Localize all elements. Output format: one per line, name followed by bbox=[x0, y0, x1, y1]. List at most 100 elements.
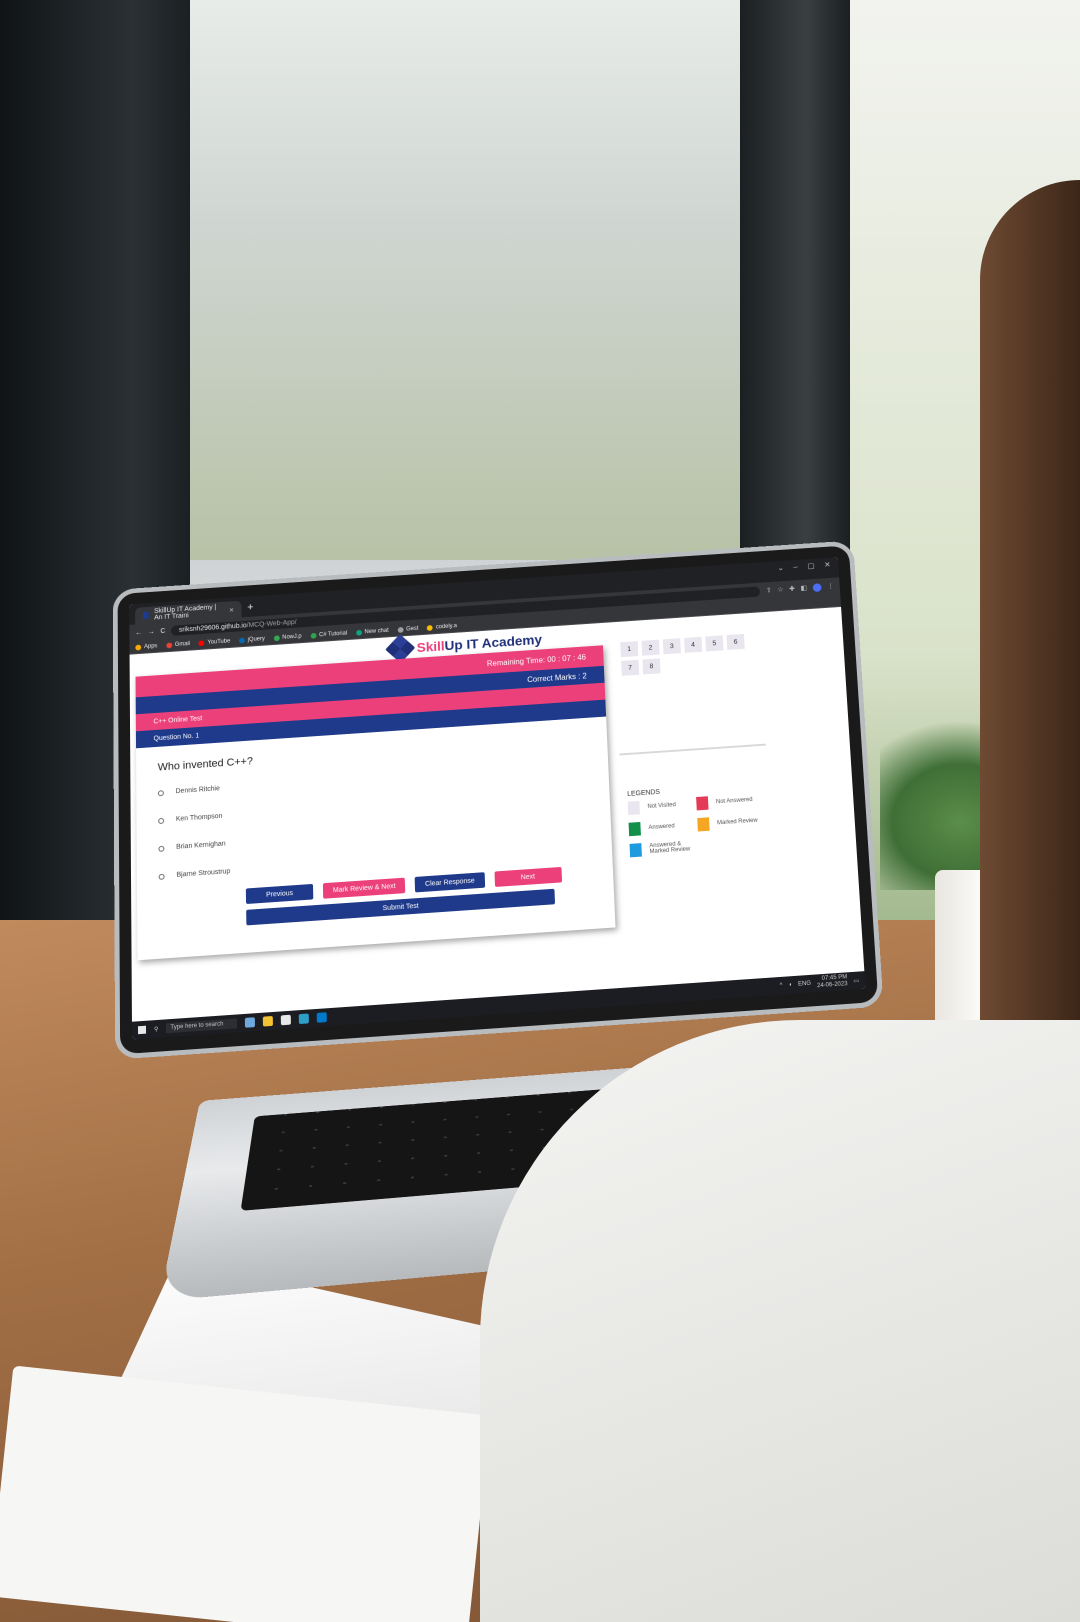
legend-swatch bbox=[697, 817, 710, 832]
reload-icon[interactable]: C bbox=[160, 628, 165, 635]
legend-item: Answered bbox=[628, 818, 698, 837]
bookmark-label: C# Tutorial bbox=[318, 630, 348, 638]
bookmark-favicon-icon bbox=[355, 629, 362, 636]
clock-date: 24-06-2023 bbox=[816, 981, 848, 990]
bookmark-item[interactable]: jQuery bbox=[238, 635, 265, 644]
question-nav-button[interactable]: 2 bbox=[641, 639, 660, 656]
bookmark-label: Apps bbox=[144, 643, 158, 650]
sidepanel-icon[interactable]: ◧ bbox=[800, 584, 807, 593]
clear-response-button[interactable]: Clear Response bbox=[415, 872, 485, 893]
language-indicator[interactable]: ENG bbox=[798, 981, 811, 988]
menu-icon[interactable]: ⋮ bbox=[827, 582, 834, 591]
quiz-card: Remaining Time: 00 : 07 : 46 Correct Mar… bbox=[135, 645, 616, 961]
question-nav-button[interactable]: 1 bbox=[620, 641, 639, 658]
windows-start-icon[interactable] bbox=[137, 1025, 147, 1035]
option-label: Brian Kernighan bbox=[176, 840, 226, 851]
extension-icons: ⇪ ☆ ✚ ◧ ⋮ bbox=[766, 582, 834, 595]
new-tab-button[interactable]: + bbox=[247, 602, 253, 617]
search-icon: ⚲ bbox=[153, 1026, 159, 1033]
bookmark-item[interactable]: codely.a bbox=[427, 623, 457, 631]
bookmark-item[interactable]: Apps bbox=[135, 643, 158, 651]
news-widget-icon[interactable] bbox=[245, 1017, 256, 1028]
volume-icon[interactable]: ◖ bbox=[788, 982, 792, 988]
radio-button[interactable] bbox=[158, 845, 165, 852]
bookmark-favicon-icon bbox=[273, 634, 280, 641]
bookmark-label: Gest bbox=[406, 625, 419, 632]
bookmark-favicon-icon bbox=[238, 637, 245, 644]
option-label: Dennis Ritchie bbox=[175, 785, 220, 796]
close-icon[interactable]: × bbox=[229, 605, 234, 614]
background-window bbox=[190, 0, 750, 560]
chrome-icon[interactable] bbox=[281, 1014, 292, 1026]
bookmark-favicon-icon bbox=[166, 642, 172, 649]
bookmark-label: NowJ.p bbox=[282, 633, 302, 641]
question-nav-button[interactable]: 3 bbox=[662, 638, 681, 655]
previous-button[interactable]: Previous bbox=[245, 883, 314, 905]
question-nav-button[interactable]: 5 bbox=[705, 635, 724, 652]
vscode-icon[interactable] bbox=[317, 1012, 328, 1023]
edge-icon[interactable] bbox=[299, 1013, 310, 1025]
person-hair bbox=[980, 180, 1080, 1080]
back-icon[interactable]: ← bbox=[135, 629, 142, 636]
legend-swatch bbox=[628, 821, 641, 837]
file-explorer-icon[interactable] bbox=[263, 1015, 274, 1027]
close-window-button[interactable]: ✕ bbox=[824, 560, 831, 569]
minimize-button[interactable]: – bbox=[793, 563, 798, 572]
web-page: SkillUp IT Academy Remaining Time: 00 : … bbox=[129, 606, 862, 971]
bookmark-item[interactable]: NowJ.p bbox=[273, 633, 302, 641]
profile-avatar[interactable] bbox=[812, 582, 822, 592]
bookmark-label: New chat bbox=[364, 627, 389, 635]
question-nav-button[interactable]: 4 bbox=[684, 636, 703, 653]
bookmark-item[interactable]: Gmail bbox=[166, 640, 191, 649]
legend-item: Not Visited bbox=[627, 797, 697, 816]
legend-swatch bbox=[696, 796, 709, 811]
radio-button[interactable] bbox=[158, 817, 165, 824]
puzzle-icon[interactable]: ✚ bbox=[789, 585, 795, 594]
bookmark-item[interactable]: New chat bbox=[355, 627, 389, 636]
forward-icon[interactable]: → bbox=[148, 628, 155, 635]
question-nav-button[interactable]: 7 bbox=[621, 659, 640, 676]
bookmark-label: jQuery bbox=[247, 635, 265, 643]
radio-button[interactable] bbox=[157, 789, 164, 796]
system-tray: ^ ◖ ENG 07:45 PM 24-06-2023 ▭ bbox=[779, 974, 860, 993]
legend-grid: Not Visited Not Answered Answered Marked Re… bbox=[627, 792, 772, 858]
legend-swatch bbox=[627, 800, 640, 816]
bookmark-favicon-icon bbox=[310, 632, 317, 639]
legend-item: Answered & Marked Review bbox=[629, 839, 699, 858]
star-icon[interactable]: ☆ bbox=[777, 585, 784, 594]
mark-review-next-button[interactable]: Mark Review & Next bbox=[322, 877, 406, 899]
tab-search-icon[interactable]: ⌄ bbox=[777, 564, 784, 573]
maximize-button[interactable]: ▢ bbox=[807, 561, 815, 570]
legend-label: Answered & Marked Review bbox=[649, 841, 691, 856]
radio-button[interactable] bbox=[158, 873, 165, 880]
legend-label: Answered bbox=[648, 823, 675, 832]
share-icon[interactable]: ⇪ bbox=[766, 586, 772, 595]
question-nav-button[interactable]: 8 bbox=[642, 658, 661, 675]
bookmark-item[interactable]: C# Tutorial bbox=[310, 630, 348, 639]
next-button[interactable]: Next bbox=[494, 866, 562, 887]
legend-label: Not Visited bbox=[647, 802, 676, 810]
question-grid: 123456 78 bbox=[614, 629, 761, 680]
legend-swatch bbox=[629, 843, 642, 858]
bookmark-item[interactable]: YouTube bbox=[198, 638, 231, 646]
taskbar-search-input[interactable]: Type here to search bbox=[166, 1018, 238, 1034]
clock[interactable]: 07:45 PM 24-06-2023 bbox=[817, 974, 848, 990]
chevron-up-icon[interactable]: ^ bbox=[780, 983, 783, 989]
legend-item: Marked Review bbox=[697, 813, 766, 832]
bookmark-favicon-icon bbox=[427, 624, 433, 631]
url-host: sriksnh29606.github.io bbox=[178, 622, 247, 634]
question-palette: 12345678 LEGENDS Not Visited Not Answered… bbox=[614, 629, 771, 858]
laptop-screen: SkillUp IT Academy | An IT Traini × + ⌄ … bbox=[129, 557, 866, 1040]
bookmark-favicon-icon bbox=[198, 639, 205, 646]
laptop-lid: SkillUp IT Academy | An IT Traini × + ⌄ … bbox=[117, 545, 879, 1055]
option-label: Ken Thompson bbox=[175, 812, 223, 823]
option-label: Bjarne Stroustrup bbox=[176, 868, 231, 879]
bookmark-label: Gmail bbox=[174, 640, 191, 648]
legend-label: Marked Review bbox=[716, 817, 758, 827]
notification-icon[interactable]: ▭ bbox=[853, 977, 859, 984]
url-path: /MCQ-Web-App/ bbox=[246, 618, 297, 629]
bookmark-label: YouTube bbox=[207, 638, 231, 646]
question-nav-button[interactable]: 6 bbox=[726, 633, 745, 651]
bookmark-favicon-icon bbox=[397, 626, 404, 633]
bookmark-item[interactable]: Gest bbox=[397, 626, 418, 633]
